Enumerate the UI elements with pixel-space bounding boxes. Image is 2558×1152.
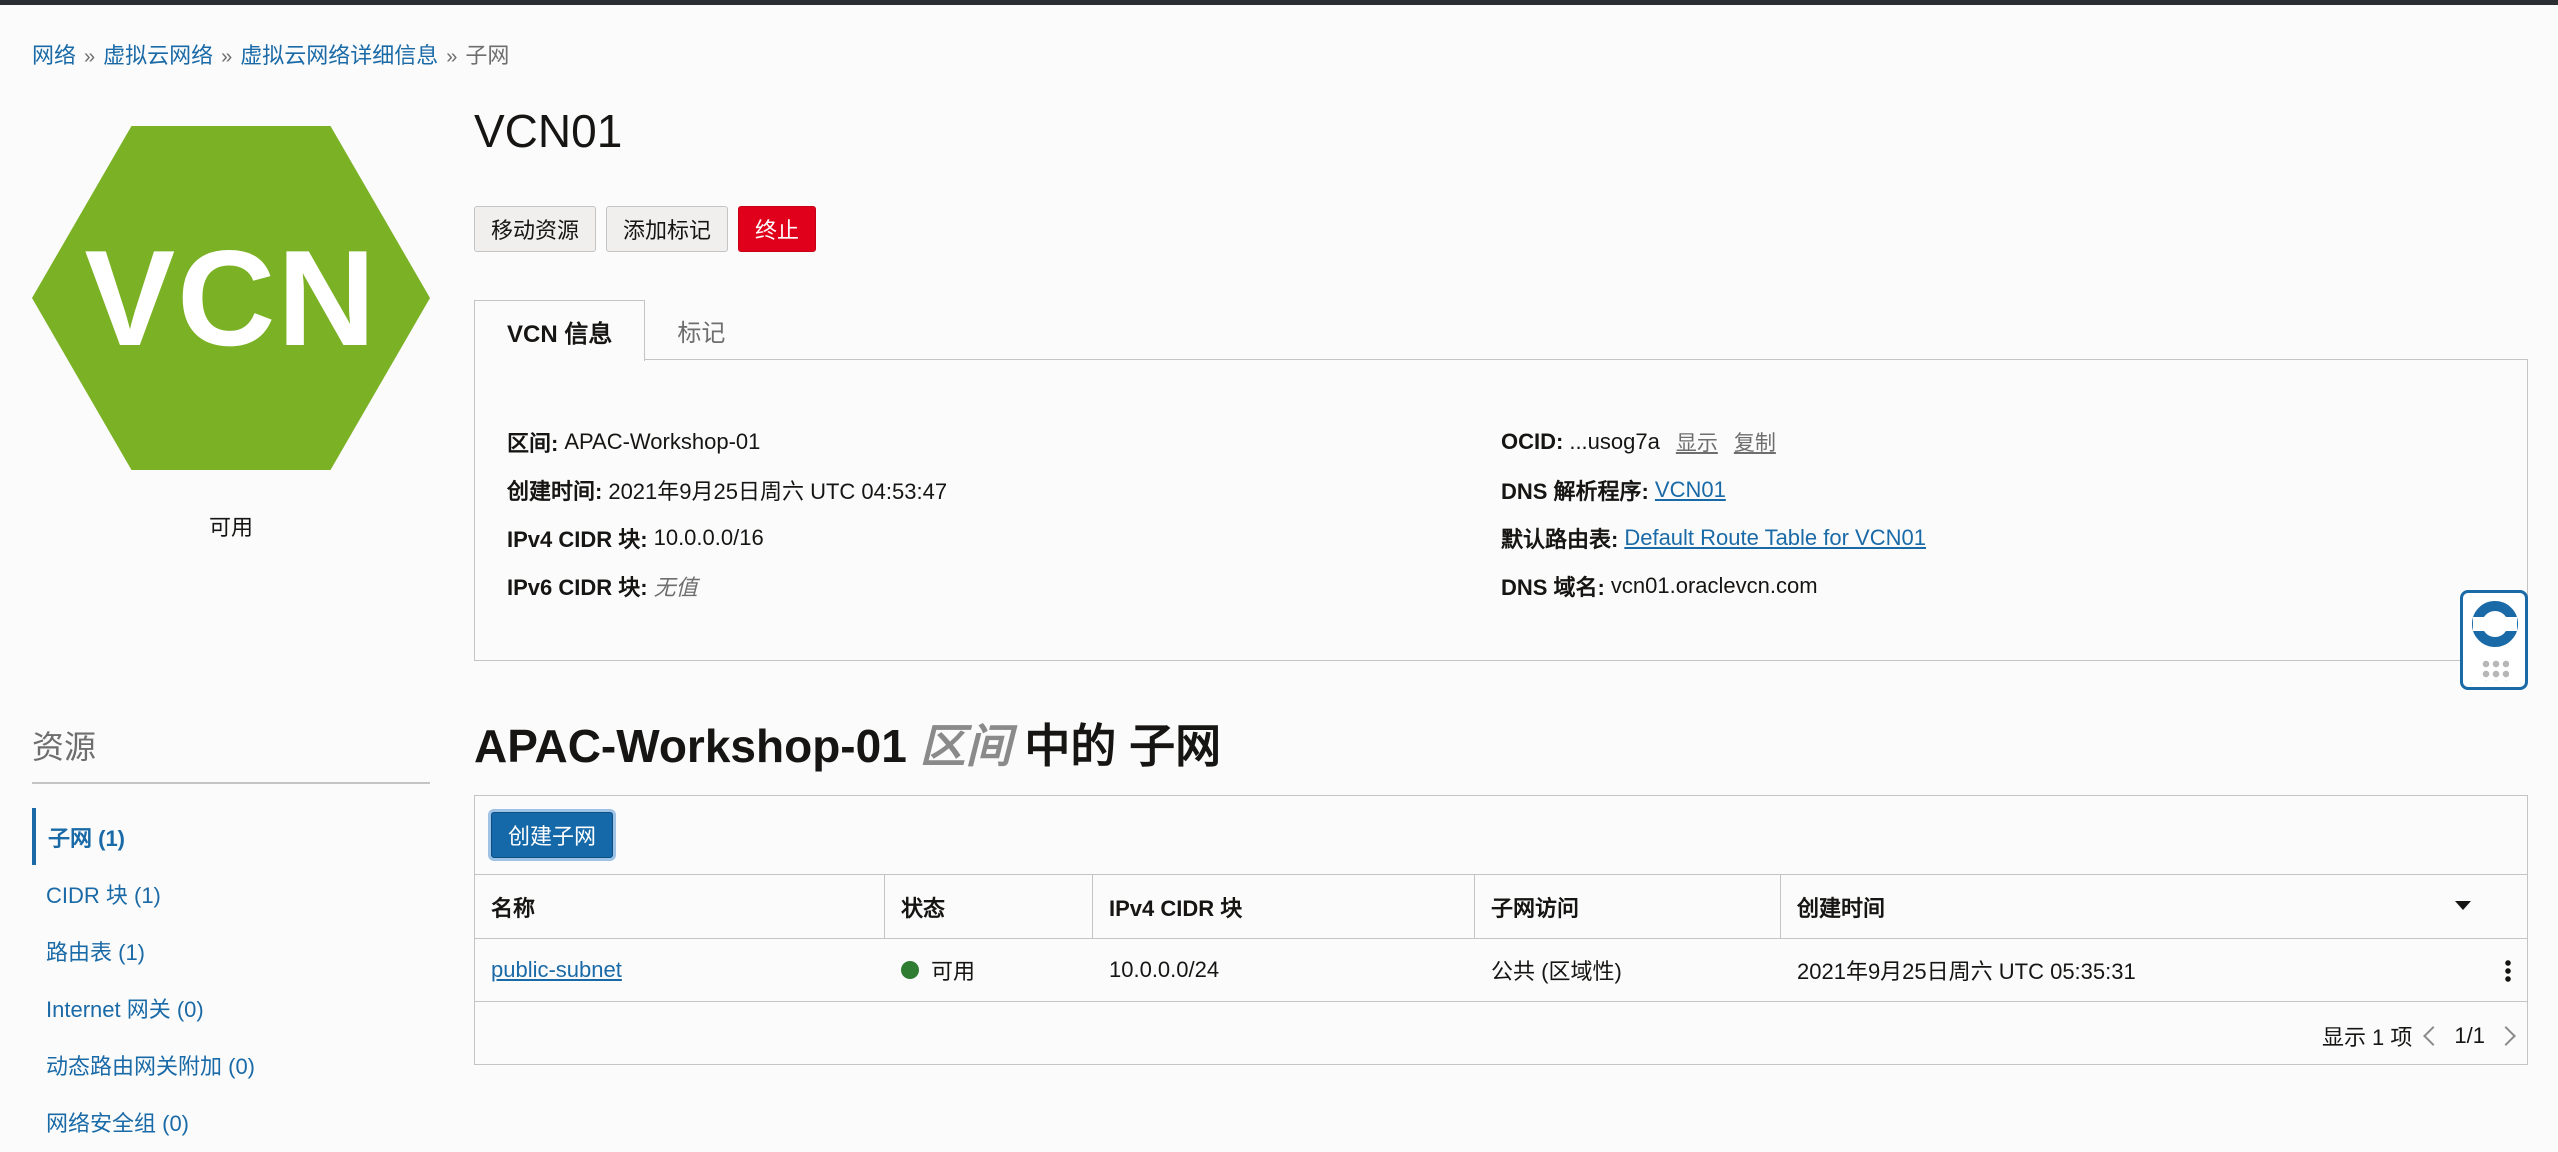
breadcrumb-separator: » — [84, 46, 96, 68]
resource-item-internet-gateways[interactable]: Internet 网关 (0) — [32, 979, 255, 1036]
help-widget[interactable] — [2460, 590, 2528, 690]
breadcrumb-separator: » — [446, 46, 458, 68]
showing-count: 显示 1 项 — [2321, 1025, 2413, 1050]
ipv4-label: IPv4 CIDR 块: — [507, 527, 648, 552]
info-ipv4: IPv4 CIDR 块: 10.0.0.0/16 — [507, 514, 947, 562]
dns-resolver-label: DNS 解析程序: — [1501, 479, 1649, 504]
info-column-right: OCID: ...usog7a 显示 复制 DNS 解析程序: VCN01 默认… — [1501, 418, 1926, 610]
resource-item-subnets[interactable]: 子网 (1) — [32, 808, 255, 865]
column-header-name[interactable]: 名称 — [475, 875, 885, 938]
resource-item-drg-attachments[interactable]: 动态路由网关附加 (0) — [32, 1036, 255, 1093]
subnets-heading-compartment: APAC-Workshop-01 — [474, 720, 907, 772]
compartment-value: APAC-Workshop-01 — [564, 429, 761, 454]
page-title: VCN01 — [474, 105, 623, 157]
resources-list: 子网 (1) CIDR 块 (1) 路由表 (1) Internet 网关 (0… — [32, 808, 255, 1150]
info-column-left: 区间: APAC-Workshop-01 创建时间: 2021年9月25日周六 … — [507, 418, 947, 610]
ipv6-value: 无值 — [653, 575, 698, 600]
column-header-ipv4-cidr[interactable]: IPv4 CIDR 块 — [1093, 875, 1475, 938]
vcn-hexagon-icon: VCN — [32, 126, 430, 470]
resource-status: 可用 — [208, 515, 253, 540]
info-ipv6: IPv6 CIDR 块: 无值 — [507, 562, 947, 610]
info-dns-domain: DNS 域名: vcn01.oraclevcn.com — [1501, 562, 1926, 610]
action-bar: 移动资源 添加标记 终止 — [474, 206, 817, 252]
subnets-heading-scope: 区间 — [919, 720, 1012, 772]
info-ocid: OCID: ...usog7a 显示 复制 — [1501, 418, 1926, 466]
ocid-copy-link[interactable]: 复制 — [1734, 427, 1776, 457]
tab-tags[interactable]: 标记 — [645, 300, 757, 360]
column-header-created[interactable]: 创建时间 — [1781, 875, 2527, 938]
ocid-label: OCID: — [1501, 429, 1564, 454]
info-dns-resolver: DNS 解析程序: VCN01 — [1501, 466, 1926, 514]
status-available-icon — [901, 961, 919, 979]
subnets-table: 名称 状态 IPv4 CIDR 块 子网访问 创建时间 public-subne… — [475, 874, 2527, 1002]
detail-tabs: VCN 信息 标记 — [474, 300, 757, 361]
route-table-label: 默认路由表: — [1501, 527, 1619, 552]
resource-item-network-security-groups[interactable]: 网络安全组 (0) — [32, 1093, 255, 1150]
subnets-table-panel: 创建子网 名称 状态 IPv4 CIDR 块 子网访问 创建时间 public-… — [474, 795, 2528, 1065]
move-resource-button[interactable]: 移动资源 — [474, 206, 597, 252]
breadcrumb-vcn-details[interactable]: 虚拟云网络详细信息 — [240, 43, 438, 68]
create-subnet-button[interactable]: 创建子网 — [491, 812, 614, 858]
table-toolbar: 创建子网 — [475, 796, 2527, 874]
page-indicator: 1/1 — [2454, 1023, 2485, 1048]
cell-status: 可用 — [885, 939, 1093, 1001]
created-value: 2021年9月25日周六 UTC 04:53:47 — [608, 479, 948, 504]
chevron-right-icon[interactable] — [2496, 1026, 2516, 1046]
dns-resolver-link[interactable]: VCN01 — [1655, 477, 1726, 503]
ocid-show-link[interactable]: 显示 — [1676, 427, 1718, 457]
subnet-name-link[interactable]: public-subnet — [491, 957, 622, 983]
status-text: 可用 — [931, 959, 976, 984]
info-created: 创建时间: 2021年9月25日周六 UTC 04:53:47 — [507, 466, 947, 514]
add-tags-button[interactable]: 添加标记 — [606, 206, 729, 252]
table-row: public-subnet 可用 10.0.0.0/24 公共 (区域性) 20… — [475, 938, 2527, 1002]
vcn-info-panel: 区间: APAC-Workshop-01 创建时间: 2021年9月25日周六 … — [474, 359, 2528, 661]
info-compartment: 区间: APAC-Workshop-01 — [507, 418, 947, 466]
top-bar — [0, 0, 2558, 5]
column-header-created-label: 创建时间 — [1797, 895, 1886, 921]
ipv6-label: IPv6 CIDR 块: — [507, 575, 648, 600]
row-actions-kebab-icon[interactable] — [2505, 959, 2511, 983]
sort-caret-icon[interactable] — [2455, 901, 2471, 910]
dns-domain-label: DNS 域名: — [1501, 575, 1605, 600]
resource-item-route-tables[interactable]: 路由表 (1) — [32, 922, 255, 979]
resources-divider — [32, 782, 430, 784]
terminate-button[interactable]: 终止 — [738, 206, 817, 252]
compartment-label: 区间: — [507, 431, 559, 456]
route-table-link[interactable]: Default Route Table for VCN01 — [1624, 525, 1926, 551]
cell-created: 2021年9月25日周六 UTC 05:35:31 — [1781, 939, 2527, 1001]
cell-access: 公共 (区域性) — [1491, 959, 1622, 984]
table-header: 名称 状态 IPv4 CIDR 块 子网访问 创建时间 — [475, 874, 2527, 938]
chevron-left-icon[interactable] — [2423, 1026, 2444, 1046]
breadcrumb-vcns[interactable]: 虚拟云网络 — [103, 43, 213, 68]
column-header-subnet-access[interactable]: 子网访问 — [1475, 875, 1781, 938]
created-text: 2021年9月25日周六 UTC 05:35:31 — [1797, 959, 2136, 984]
lifebuoy-icon — [2472, 601, 2518, 647]
subnets-heading-suffix: 中的 子网 — [1024, 720, 1222, 772]
vcn-icon-label: VCN — [84, 222, 378, 374]
tab-vcn-info[interactable]: VCN 信息 — [474, 300, 646, 361]
resource-item-cidr-blocks[interactable]: CIDR 块 (1) — [32, 865, 255, 922]
subnets-heading: APAC-Workshop-01 区间 中的 子网 — [474, 710, 1221, 776]
ipv4-value: 10.0.0.0/16 — [653, 525, 764, 550]
info-route-table: 默认路由表: Default Route Table for VCN01 — [1501, 514, 1926, 562]
ocid-value: ...usog7a — [1569, 429, 1660, 454]
breadcrumb-current: 子网 — [465, 43, 510, 68]
breadcrumb: 网络 » 虚拟云网络 » 虚拟云网络详细信息 » 子网 — [32, 38, 509, 70]
breadcrumb-networking[interactable]: 网络 — [32, 43, 76, 68]
cell-cidr: 10.0.0.0/24 — [1109, 957, 1220, 982]
dns-domain-value: vcn01.oraclevcn.com — [1610, 573, 1818, 598]
cell-name: public-subnet — [475, 939, 885, 1001]
pagination: 显示 1 项 1/1 — [2321, 1020, 2516, 1052]
resources-title: 资源 — [32, 729, 97, 765]
created-label: 创建时间: — [507, 479, 603, 504]
column-header-status[interactable]: 状态 — [885, 875, 1093, 938]
drag-handle-icon[interactable] — [2481, 659, 2509, 681]
breadcrumb-separator: » — [221, 46, 233, 68]
